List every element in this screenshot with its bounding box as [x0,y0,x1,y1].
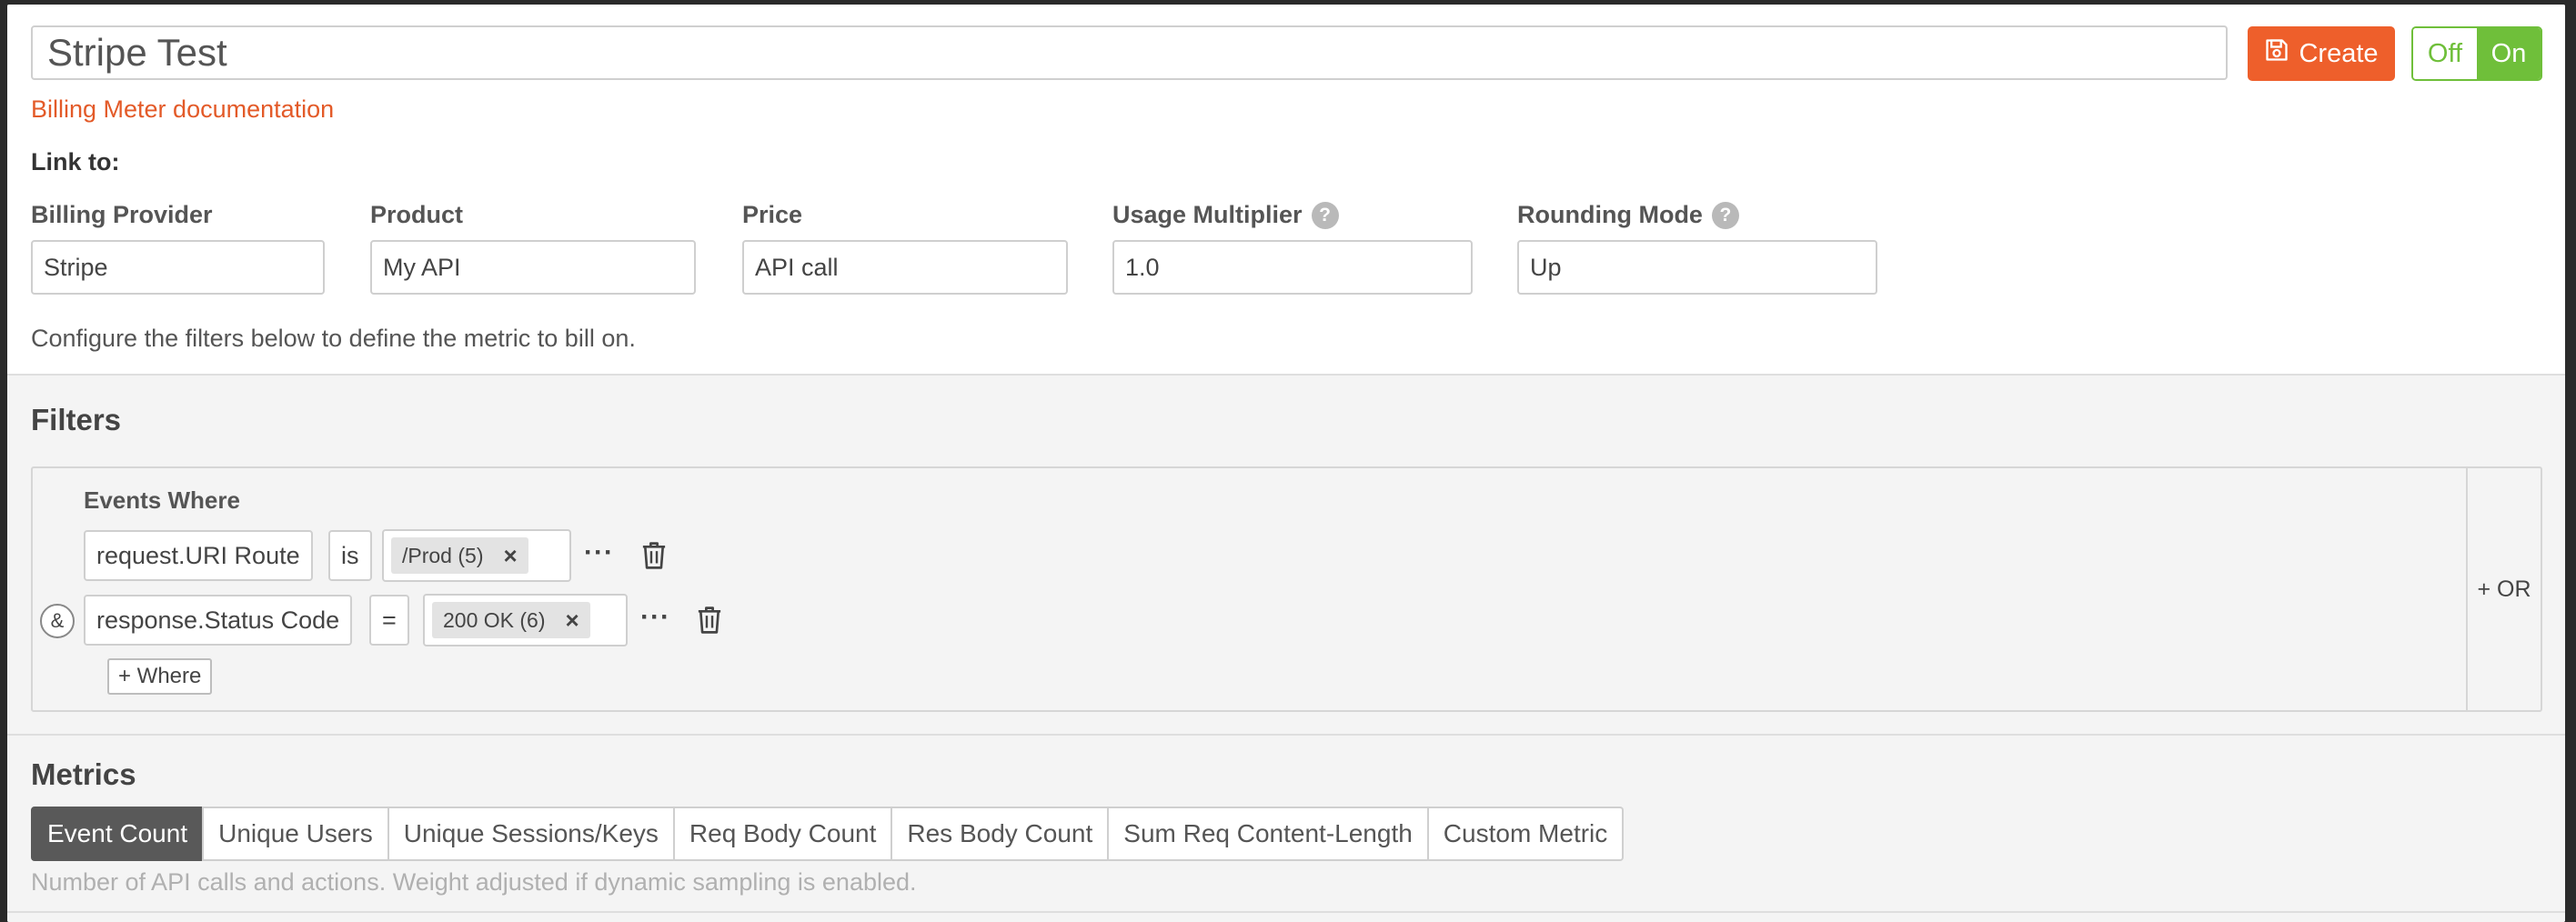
filter-field-select[interactable]: response.Status Code [84,595,353,646]
section-divider [7,911,2565,913]
billing-provider-select[interactable]: Stripe [31,240,325,295]
product-label-text: Product [370,201,464,228]
help-icon[interactable]: ? [1711,201,1739,229]
filters-section: Filters Events Where request.URI Route i… [7,374,2565,736]
filters-helper-text: Configure the filters below to define th… [31,325,636,352]
toggle-off-option[interactable]: Off [2413,28,2477,79]
billing-provider-label-text: Billing Provider [31,201,213,228]
metrics-section: Metrics Event Count Unique Users Unique … [7,736,2565,922]
meter-name-input[interactable]: Stripe Test [31,25,2228,80]
filter-field-select[interactable]: request.URI Route [84,530,313,581]
create-button-label: Create [2299,38,2379,68]
metric-tab-unique-users[interactable]: Unique Users [202,807,389,861]
metric-tab-res-body-count[interactable]: Res Body Count [891,807,1110,861]
metric-tabs: Event Count Unique Users Unique Sessions… [31,807,1625,861]
filter-value-select[interactable]: /Prod (5) × [382,529,571,582]
remove-tag-icon[interactable]: × [503,542,517,570]
metric-tab-req-body-count[interactable]: Req Body Count [672,807,893,861]
billing-meter-panel: Stripe Test Create Off On Billing Meter … [7,5,2565,922]
metric-tab-unique-sessions[interactable]: Unique Sessions/Keys [387,807,675,861]
usage-multiplier-label-text: Usage Multiplier [1112,201,1303,228]
filter-value-text: /Prod (5) [402,543,484,567]
price-label: Price [742,201,802,229]
rounding-mode-select[interactable]: Up [1517,240,1877,295]
billing-provider-label: Billing Provider [31,201,213,229]
rounding-mode-label-text: Rounding Mode [1517,201,1703,228]
metric-tab-sum-req-content-length[interactable]: Sum Req Content-Length [1107,807,1429,861]
delete-filter-icon[interactable] [640,540,668,571]
billing-meter-doc-link[interactable]: Billing Meter documentation [31,95,334,124]
events-where-label: Events Where [84,486,240,514]
link-to-heading: Link to: [31,148,120,175]
price-select[interactable]: API call [742,240,1068,295]
filter-operator-select[interactable]: = [369,595,409,646]
more-options-icon[interactable]: ··· [640,602,670,633]
filter-value-tag: /Prod (5) × [391,537,528,574]
save-icon [2264,37,2289,70]
product-label: Product [370,201,463,229]
filter-value-select[interactable]: 200 OK (6) × [423,594,628,646]
meter-enabled-toggle[interactable]: Off On [2411,26,2542,81]
metric-description: Number of API calls and actions. Weight … [31,868,917,896]
add-where-button[interactable]: + Where [107,658,213,695]
metric-tab-event-count[interactable]: Event Count [31,807,205,861]
filter-value-text: 200 OK (6) [443,607,546,632]
filter-group: Events Where request.URI Route is /Prod … [31,466,2542,712]
filter-operator-select[interactable]: is [328,530,372,581]
delete-filter-icon[interactable] [696,605,723,636]
filter-value-tag: 200 OK (6) × [432,602,590,638]
filters-title: Filters [31,403,122,436]
rounding-mode-label: Rounding Mode ? [1517,201,1739,229]
usage-multiplier-label: Usage Multiplier ? [1112,201,1339,229]
more-options-icon[interactable]: ··· [584,537,614,568]
meter-config-section: Stripe Test Create Off On Billing Meter … [7,5,2565,374]
and-connector-icon: & [40,604,75,638]
metric-tab-custom-metric[interactable]: Custom Metric [1426,807,1625,861]
metrics-title: Metrics [31,757,136,791]
price-label-text: Price [742,201,803,228]
product-select[interactable]: My API [370,240,696,295]
toggle-on-option[interactable]: On [2477,28,2541,79]
remove-tag-icon[interactable]: × [566,606,579,635]
usage-multiplier-input[interactable]: 1.0 [1112,240,1473,295]
create-button[interactable]: Create [2248,26,2395,81]
help-icon[interactable]: ? [1311,201,1339,229]
add-or-button[interactable]: + OR [2466,468,2541,710]
